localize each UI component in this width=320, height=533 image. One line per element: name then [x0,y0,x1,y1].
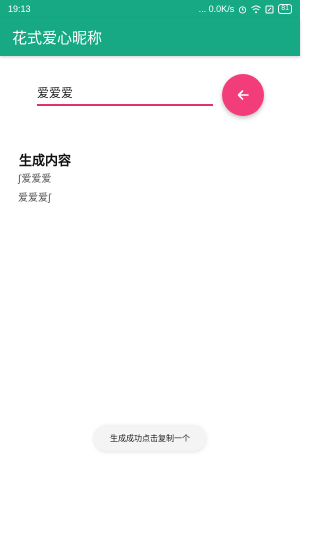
battery-icon: 81 [278,4,292,14]
status-time: 19:13 [8,4,31,14]
app-bar: 花式爱心昵称 [0,18,300,56]
battery-level: 81 [281,5,289,12]
network-speed: ... 0.0K/s [198,4,235,14]
sim-icon [265,5,274,14]
result-item[interactable]: ʃ爱爱爱 [18,170,51,185]
status-icons: ... 0.0K/s 81 [199,4,292,14]
toast-message: 生成成功点击复制一个 [94,425,206,451]
status-bar: 19:13 ... 0.0K/s 81 [0,0,300,18]
app-title: 花式爱心昵称 [12,28,103,47]
nickname-input-container [37,82,213,106]
alarm-icon [238,5,247,14]
arrow-left-icon [237,90,249,100]
wifi-icon [251,5,262,14]
results-title: 生成内容 [19,154,72,169]
toast-text: 生成成功点击复制一个 [110,433,190,443]
nickname-input[interactable] [37,82,213,103]
result-item[interactable]: 爱爱爱ʃ [18,189,51,204]
generate-button[interactable] [222,74,264,116]
